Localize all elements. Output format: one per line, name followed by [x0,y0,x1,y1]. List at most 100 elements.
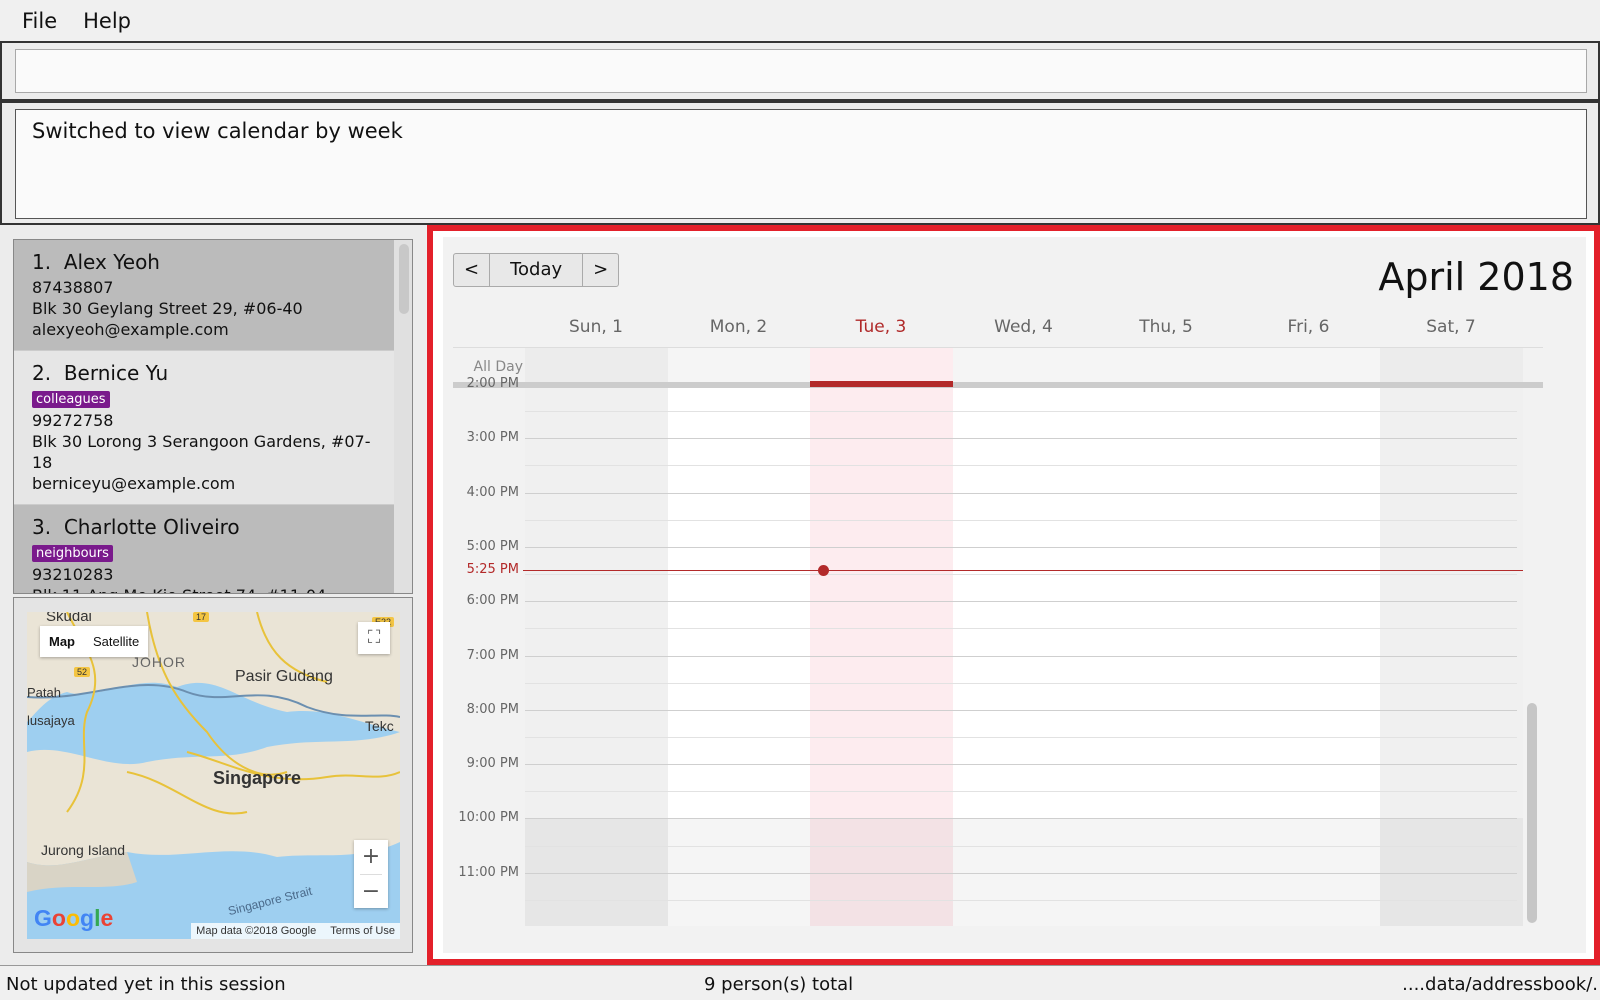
map-label: Tekc [365,718,394,734]
half-hour-gridline [525,845,1517,847]
hour-gridline [525,546,1517,548]
road-shield: 52 [74,667,91,677]
half-hour-gridline [525,628,1517,630]
person-card[interactable]: 3. Charlotte Oliveiro neighbours 9321028… [14,505,394,593]
person-tag: neighbours [32,545,113,562]
day-header[interactable]: Thu, 5 [1096,317,1236,337]
hour-gridline [525,655,1517,657]
person-list[interactable]: 1. Alex Yeoh 87438807 Blk 30 Geylang Str… [13,239,413,594]
map-data-credit: Map data ©2018 Google [196,925,317,937]
person-tag: colleagues [32,391,110,408]
person-name: 2. Bernice Yu [32,361,169,385]
next-week-button[interactable]: > [583,254,618,286]
fullscreen-icon[interactable]: ⛶ [358,622,390,654]
hour-gridline [525,601,1517,603]
time-label: 2:00 PM [466,376,519,391]
result-display[interactable]: Switched to view calendar by week [15,109,1587,219]
day-header[interactable]: Tue, 3 [811,317,951,337]
result-display-panel: Switched to view calendar by week [0,101,1600,225]
half-hour-gridline [525,411,1517,413]
map-type-control: Map Satellite [40,626,149,657]
map-label: Pasir Gudang [235,668,333,685]
hour-gridline [525,764,1517,766]
google-map[interactable]: Skudai JOHOR Pasir Gudang Patah lusajaya… [27,612,400,939]
road-shield: 17 [193,612,210,622]
hour-gridline [525,438,1517,440]
person-card[interactable]: 2. Bernice Yu colleagues 99272758 Blk 30… [14,351,394,505]
time-label: 4:00 PM [466,484,519,500]
all-day-label: All Day [473,359,523,375]
menu-help[interactable]: Help [83,9,131,33]
map-type-satellite-button[interactable]: Satellite [84,626,148,657]
all-day-cell[interactable] [1380,348,1523,382]
person-email: berniceyu@example.com [32,474,236,493]
person-address: Blk 30 Lorong 3 Serangoon Gardens, #07-1… [32,432,371,472]
half-hour-gridline [525,574,1517,576]
all-day-cell[interactable] [1237,348,1380,382]
time-label: 8:00 PM [466,701,519,717]
zoom-out-button[interactable]: − [354,875,388,909]
calendar-nav: < Today > [453,253,620,287]
all-day-cell[interactable] [1095,348,1238,382]
map-label: Patah [27,685,61,700]
person-phone: 87438807 [32,278,114,297]
map-label: lusajaya [27,713,75,728]
status-bar: Not updated yet in this session 9 person… [0,965,1600,1000]
left-panel: 1. Alex Yeoh 87438807 Blk 30 Geylang Str… [0,225,426,965]
day-header[interactable]: Wed, 4 [954,317,1094,337]
day-header[interactable]: Fri, 6 [1239,317,1379,337]
all-day-cell[interactable] [667,348,810,382]
menu-file[interactable]: File [22,9,57,33]
person-card[interactable]: 1. Alex Yeoh 87438807 Blk 30 Geylang Str… [14,240,394,351]
day-header[interactable]: Sun, 1 [526,317,666,337]
zoom-in-button[interactable]: + [354,840,388,874]
today-indicator [810,381,953,387]
prev-week-button[interactable]: < [454,254,489,286]
map-panel: Skudai JOHOR Pasir Gudang Patah lusajaya… [13,597,413,953]
person-total: 9 person(s) total [704,974,854,995]
hour-gridline [525,872,1517,874]
calendar-panel: < Today > April 2018 All Day Sun, 1 Mon, … [427,225,1600,965]
day-header[interactable]: Sat, 7 [1381,317,1521,337]
time-label: 5:00 PM [466,538,519,554]
all-day-cell[interactable] [525,348,668,382]
half-hour-gridline [525,736,1517,738]
command-box [0,41,1600,101]
map-attribution: Map data ©2018 Google Terms of Use [191,923,400,939]
map-label: Skudai [46,612,92,625]
google-logo: Google [34,905,114,931]
map-type-map-button[interactable]: Map [40,626,84,657]
half-hour-gridline [525,519,1517,521]
current-time-label: 5:25 PM [466,561,519,577]
hour-gridline [525,818,1517,820]
map-label: Singapore [213,768,302,788]
person-name: 1. Alex Yeoh [32,250,160,274]
calendar-scrollbar[interactable] [1527,703,1537,923]
today-button[interactable]: Today [489,254,584,286]
save-location: ....data/addressbook/. [1402,974,1598,995]
time-label: 11:00 PM [458,864,519,880]
command-input[interactable] [15,49,1587,93]
half-hour-gridline [525,465,1517,467]
person-address: Blk 30 Geylang Street 29, #06-40 [32,299,303,318]
half-hour-gridline [525,682,1517,684]
sync-status: Not updated yet in this session [6,974,286,995]
time-label: 9:00 PM [466,756,519,772]
time-label: 6:00 PM [466,593,519,609]
all-day-cell[interactable] [952,348,1095,382]
all-day-cell[interactable] [810,348,953,382]
list-scrollbar[interactable] [399,244,409,314]
hour-gridline [525,492,1517,494]
map-label: Jurong Island [41,842,126,858]
week-calendar: < Today > April 2018 All Day Sun, 1 Mon, … [443,237,1586,953]
zoom-control: + − [354,840,388,908]
day-header[interactable]: Mon, 2 [669,317,809,337]
current-time-line [523,569,1523,571]
terms-of-use-link[interactable]: Terms of Use [330,925,395,937]
menu-bar: File Help [0,0,1600,41]
person-phone: 99272758 [32,411,114,430]
calendar-month-title: April 2018 [1378,255,1574,299]
person-phone: 93210283 [32,565,114,584]
half-hour-gridline [525,899,1517,901]
current-time-dot [818,564,829,576]
